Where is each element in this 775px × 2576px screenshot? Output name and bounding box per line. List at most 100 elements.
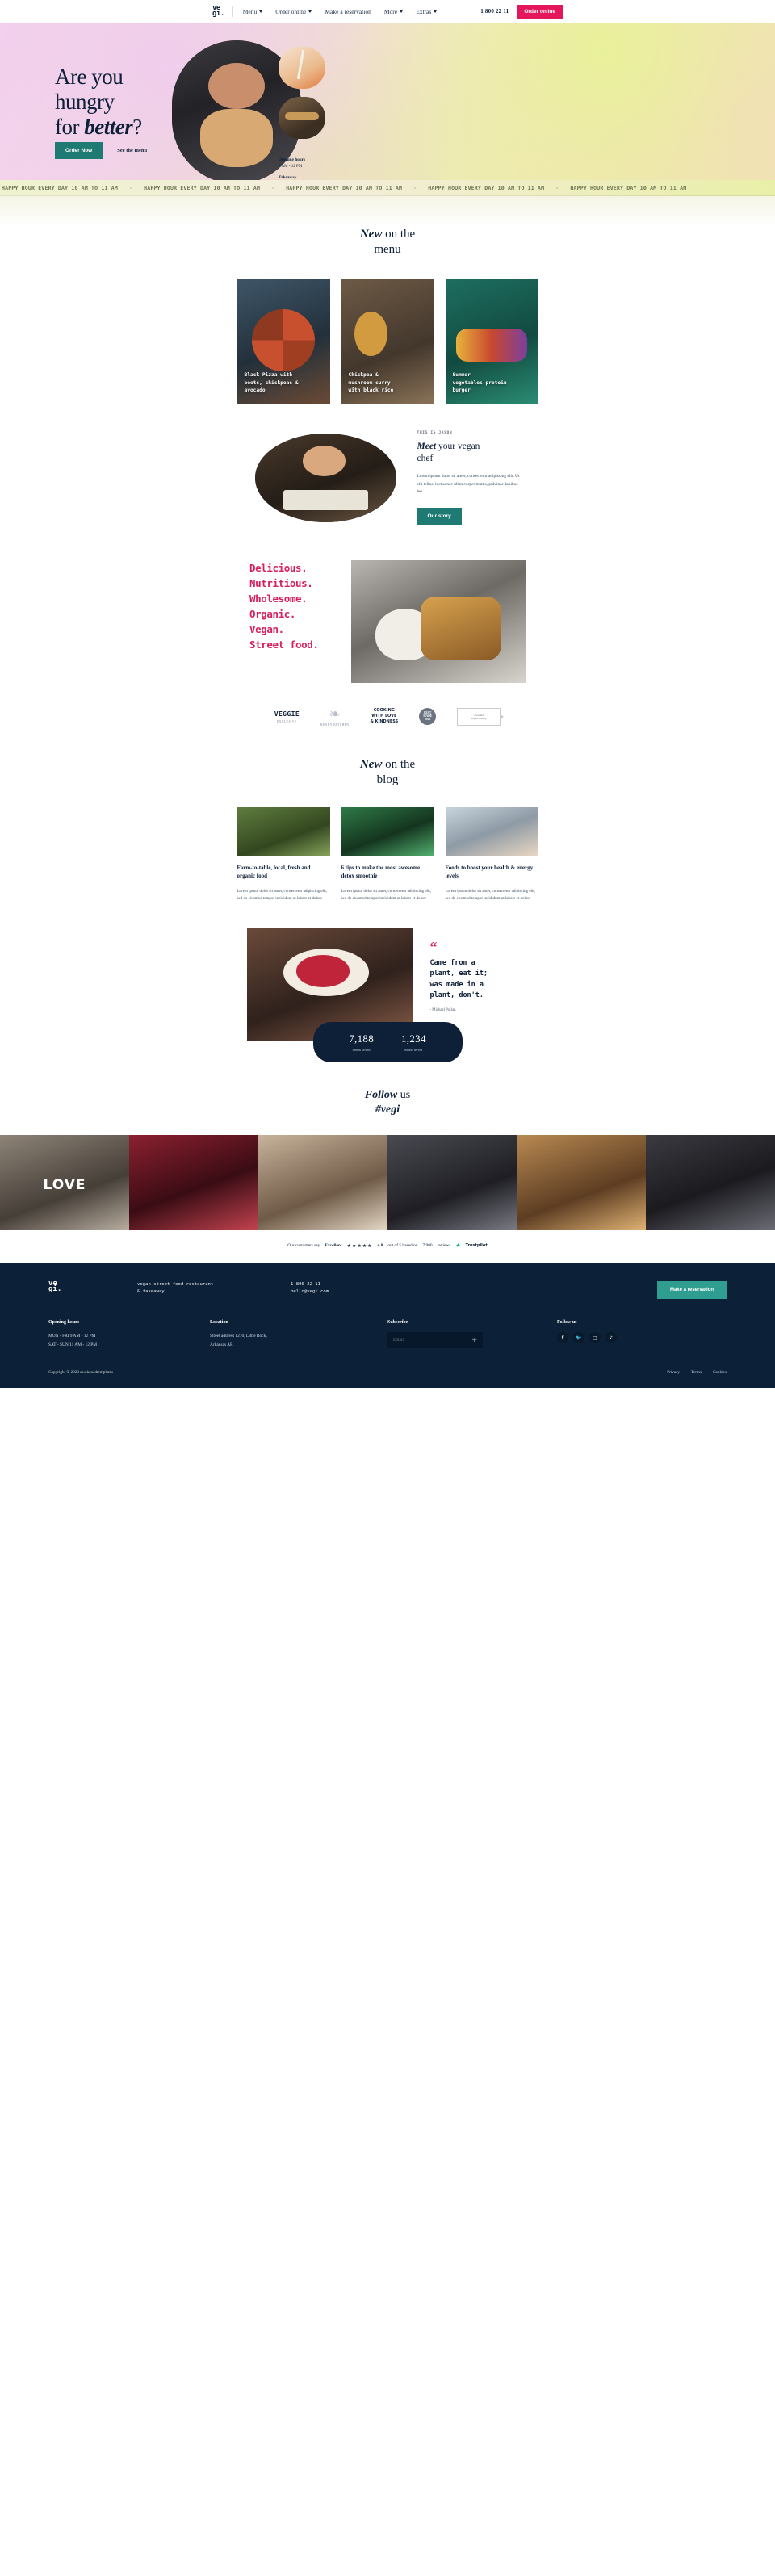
menu-card[interactable]: Black Pizza with beets, chickpeas & avocad…	[237, 279, 330, 404]
gradient-fade	[0, 196, 775, 227]
footer-logo[interactable]: ve gi.	[48, 1280, 137, 1293]
hero-opening-hours: Opening hours 9 AM - 12 PM Takeaway 11 A…	[279, 157, 305, 180]
nav-item-reservation[interactable]: Make a reservation	[325, 8, 371, 15]
marquee-item: HAPPY HOUR EVERY DAY 10 AM TO 11 AM	[428, 184, 545, 191]
happy-hour-marquee: HAPPY HOUR EVERY DAY 10 AM TO 11 AM · HAP…	[0, 180, 775, 196]
blog-title-rest: on the	[382, 757, 416, 771]
slogan-text: Delicious. Nutritious. Wholesome. Organi…	[249, 560, 340, 652]
menu-card[interactable]: Summer vegetables protein burger	[445, 279, 538, 404]
stat-item: 7,188 menus served	[349, 1032, 374, 1052]
quote-text-block: “ Came from a plant, eat it; was made in a…	[430, 928, 529, 1012]
make-reservation-button[interactable]: Make a reservation	[656, 1281, 727, 1300]
trustpilot-brand[interactable]: Trustpilot	[466, 1243, 488, 1248]
privacy-link[interactable]: Privacy	[667, 1370, 680, 1375]
footer: ve gi. vegan street food restaurant & take…	[0, 1263, 775, 1389]
slogan-line: Wholesome.	[249, 592, 308, 605]
trustpilot-star-icon: ★	[455, 1242, 461, 1250]
quote-author: - Michael Pollan	[429, 1007, 456, 1012]
nav-item-order-online[interactable]: Order online	[275, 8, 312, 15]
hero-title-line1: Are you	[55, 65, 124, 89]
chef-text-block: THIS IS JASON Meet your vegan chef Lorem…	[417, 431, 521, 525]
badge-ready-kitchen: ❧ READY KITCHEN	[320, 707, 349, 727]
order-now-button[interactable]: Order Now	[55, 142, 103, 159]
footer-bottom: Copyright © 2023 awakenedtemplates Priva…	[48, 1370, 727, 1375]
subscribe-box[interactable]: ✈	[388, 1332, 483, 1349]
trustpilot-suffix: reviews	[437, 1243, 451, 1249]
menu-card[interactable]: Chickpea & mushroom curry with black rice	[341, 279, 434, 404]
blog-cards: Farm-to-table, local, fresh and organic …	[0, 806, 775, 903]
copyright: Copyright © 2023 awakenedtemplates	[48, 1370, 113, 1376]
footer-column-heading: Opening hours	[48, 1320, 80, 1326]
order-online-button[interactable]: Order online	[517, 4, 563, 19]
brand-logo[interactable]: ve gi.	[212, 5, 233, 18]
chef-heading-emphasis: Meet	[417, 442, 437, 452]
woman-water-image	[445, 806, 538, 856]
menu-title-rest: on the	[382, 228, 416, 241]
instagram-photo[interactable]	[0, 1135, 129, 1231]
slogan-section: Delicious. Nutritious. Wholesome. Organi…	[0, 559, 775, 683]
nav-item-extras[interactable]: Extras	[416, 8, 438, 15]
phone-number[interactable]: 1 800 22 11	[480, 8, 509, 15]
hero-section: Are you hungry for better? Order Now See…	[0, 23, 775, 180]
tiktok-icon[interactable]: ♪	[605, 1332, 617, 1344]
footer-email[interactable]: hello@vegi.com	[291, 1288, 452, 1296]
follow-title-rest: us	[397, 1088, 411, 1101]
blog-card[interactable]: Farm-to-table, local, fresh and organic …	[237, 806, 330, 903]
twitter-icon[interactable]: 🐦	[573, 1332, 584, 1344]
badge-cooking-title: COOKING WITH LOVE & KINDNESS	[370, 707, 399, 725]
blog-excerpt: Lorem ipsum dolor sit amet, consectetur …	[445, 889, 536, 901]
stat-item: 1,234 menus served	[401, 1032, 426, 1052]
blog-card[interactable]: 6 tips to make the most awesome detox sm…	[341, 806, 434, 903]
stat-label: menus served	[352, 1047, 371, 1052]
footer-list-item: Arkansas AR	[210, 1342, 233, 1347]
cookies-link[interactable]: Cookies	[713, 1370, 727, 1375]
instagram-photo[interactable]	[129, 1135, 258, 1231]
blog-card[interactable]: Foods to boost your health & energy leve…	[445, 806, 538, 903]
stat-number: 1,234	[401, 1032, 426, 1045]
footer-columns: Opening hours MON - FRI 9 AM - 12 PM SAT…	[48, 1320, 727, 1349]
badge-veggie: VEGGIE EXCLUSIVE	[274, 710, 300, 723]
facebook-icon[interactable]: f	[557, 1332, 568, 1344]
instagram-gallery	[0, 1135, 775, 1231]
nav-item-more[interactable]: More	[383, 7, 404, 15]
send-icon[interactable]: ✈	[472, 1337, 477, 1343]
gear-icon: BEST MADE 2023	[419, 708, 437, 726]
instagram-icon[interactable]: □	[589, 1332, 601, 1344]
follow-hashtag: #vegi	[375, 1104, 400, 1116]
our-story-button[interactable]: Our story	[417, 507, 462, 525]
nav-item-menu-label: Menu	[242, 7, 258, 15]
see-the-menu-link[interactable]: See the menu	[117, 148, 147, 153]
footer-top: ve gi. vegan street food restaurant & take…	[48, 1280, 727, 1300]
top-navbar: ve gi. Menu Order online Make a reservati…	[0, 0, 775, 23]
nav-item-more-label: More	[383, 7, 398, 15]
chevron-down-icon	[308, 10, 312, 13]
instagram-photo[interactable]	[517, 1135, 646, 1231]
marquee-item: HAPPY HOUR EVERY DAY 10 AM TO 11 AM	[286, 184, 403, 191]
instagram-photo[interactable]	[258, 1135, 388, 1231]
nav-item-menu[interactable]: Menu	[243, 8, 263, 15]
slogan-line: Street food.	[249, 638, 319, 651]
footer-phone[interactable]: 1 800 22 11	[291, 1281, 452, 1288]
footer-list-item: MON - FRI 9 AM - 12 PM	[48, 1334, 96, 1339]
footer-column-subscribe: Subscribe ✈	[388, 1320, 557, 1349]
blog-image	[445, 806, 538, 856]
follow-title-emphasis: Follow	[364, 1088, 398, 1101]
chef-heading-line2: chef	[417, 454, 434, 464]
footer-column-hours: Opening hours MON - FRI 9 AM - 12 PM SAT…	[48, 1320, 210, 1349]
nav-item-reservation-label: Make a reservation	[325, 7, 371, 15]
instagram-photo[interactable]	[646, 1135, 775, 1231]
footer-column-follow: Follow us f 🐦 □ ♪	[557, 1320, 718, 1349]
trustpilot-score: 4.8	[377, 1243, 383, 1249]
footer-column-location: Location Street address 1270, Little Roc…	[210, 1320, 388, 1349]
stat-label: menus served	[404, 1047, 423, 1052]
chef-heading: Meet your vegan chef	[417, 441, 521, 465]
blog-title-line2: blog	[376, 773, 399, 786]
chef-plant-power-image	[254, 433, 396, 522]
terms-link[interactable]: Terms	[691, 1370, 702, 1375]
burger-image	[279, 97, 325, 139]
slogan-line: Vegan.	[249, 622, 284, 635]
instagram-photo[interactable]	[388, 1135, 517, 1231]
blog-title: Foods to boost your health & energy leve…	[445, 864, 534, 879]
trustpilot-mid: out of 5 based on	[388, 1243, 418, 1249]
email-input[interactable]	[393, 1338, 462, 1343]
